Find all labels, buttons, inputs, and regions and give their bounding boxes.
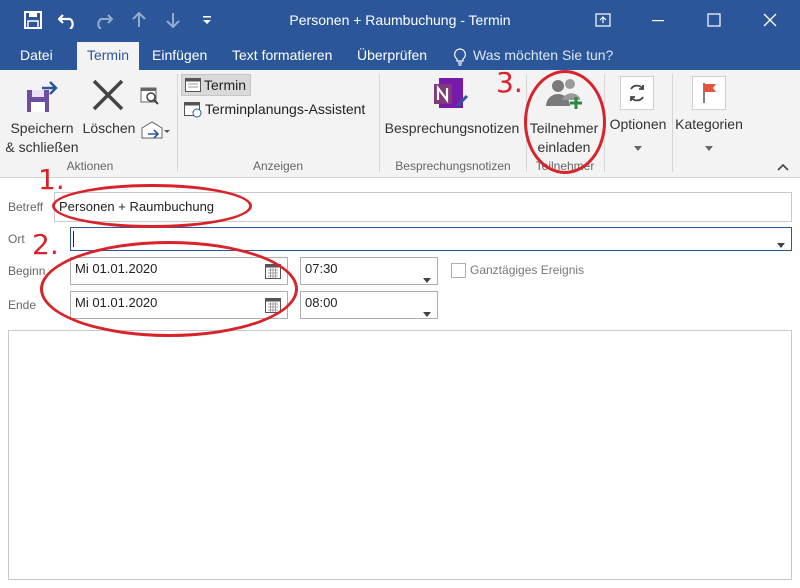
subject-input[interactable]: Personen + Raumbuchung	[54, 192, 792, 222]
allday-checkbox[interactable]	[451, 263, 466, 278]
location-input[interactable]	[70, 227, 792, 251]
minimize-icon[interactable]	[638, 6, 678, 34]
ribbon-separator	[604, 74, 605, 172]
attendees-icon	[544, 76, 584, 115]
view-termin-button[interactable]: Termin	[181, 74, 251, 96]
allday-label: Ganztägiges Ereignis	[470, 263, 585, 277]
calendar-search-icon[interactable]	[140, 86, 160, 109]
menu-datei[interactable]: Datei	[20, 47, 53, 63]
forward-mail-icon[interactable]	[140, 120, 170, 143]
group-label-attendees: Teilnehmer	[535, 159, 595, 173]
ribbon: Speichern & schließen Löschen Aktionen T…	[0, 70, 800, 178]
menu-text-formatieren[interactable]: Text formatieren	[232, 47, 332, 63]
maximize-icon[interactable]	[694, 6, 734, 34]
start-date-input[interactable]: Mi 01.01.2020	[70, 257, 288, 285]
annotation-step-3: 3.	[496, 66, 523, 99]
menu-einfuegen[interactable]: Einfügen	[152, 47, 207, 63]
calendar-icon[interactable]	[265, 264, 281, 286]
chevron-down-icon	[634, 140, 642, 155]
window-title: Personen + Raumbuchung - Termin	[289, 12, 511, 28]
scheduling-assistant-button[interactable]: Terminplanungs-Assistent	[181, 99, 376, 121]
end-time-select[interactable]: 08:00	[300, 291, 438, 319]
scheduling-icon	[184, 102, 202, 121]
ribbon-separator	[526, 74, 527, 172]
categories-button[interactable]: Kategorien	[674, 74, 744, 158]
ribbon-display-icon[interactable]	[583, 6, 623, 34]
text-cursor	[73, 231, 74, 247]
subject-label: Betreff	[8, 200, 44, 214]
calendar-icon[interactable]	[265, 298, 281, 320]
end-date-input[interactable]: Mi 01.01.2020	[70, 291, 288, 319]
chevron-down-icon	[423, 269, 431, 291]
appointment-form: Betreff Personen + Raumbuchung Ort Begin…	[0, 178, 800, 588]
chevron-down-icon[interactable]	[777, 237, 785, 252]
onenote-icon	[433, 76, 469, 115]
chevron-down-icon	[705, 140, 713, 155]
end-label: Ende	[8, 298, 37, 312]
chevron-down-icon	[423, 303, 431, 325]
delete-x-icon	[90, 78, 126, 115]
group-label-show: Anzeigen	[252, 159, 304, 173]
save-close-icon	[24, 78, 60, 117]
annotation-step-1: 1.	[38, 163, 65, 196]
invite-attendees-button[interactable]: Teilnehmer einladen	[528, 74, 600, 158]
collapse-ribbon-icon[interactable]	[776, 160, 790, 175]
ribbon-separator	[177, 74, 178, 172]
ribbon-separator	[672, 74, 673, 172]
flag-icon	[692, 76, 726, 110]
menu-termin[interactable]: Termin	[77, 42, 139, 70]
save-close-button[interactable]: Speichern & schließen	[4, 74, 79, 158]
options-icon	[620, 76, 654, 110]
start-time-select[interactable]: 07:30	[300, 257, 438, 285]
tell-me-search[interactable]: Was möchten Sie tun?	[473, 47, 613, 63]
lightbulb-icon	[453, 48, 467, 69]
body-editor[interactable]	[8, 330, 792, 580]
group-label-notes: Besprechungsnotizen	[395, 159, 511, 173]
location-label: Ort	[8, 232, 25, 246]
close-icon[interactable]	[750, 6, 790, 34]
ribbon-separator	[379, 74, 380, 172]
annotation-step-2: 2.	[32, 228, 59, 261]
appointment-icon	[185, 78, 201, 95]
options-button[interactable]: Optionen	[606, 74, 670, 158]
start-label: Beginn	[8, 264, 46, 278]
title-bar: Personen + Raumbuchung - Termin	[0, 0, 800, 42]
group-label-actions: Aktionen	[66, 159, 114, 173]
delete-button[interactable]: Löschen	[80, 74, 138, 138]
menu-ueberpruefen[interactable]: Überprüfen	[357, 47, 427, 63]
